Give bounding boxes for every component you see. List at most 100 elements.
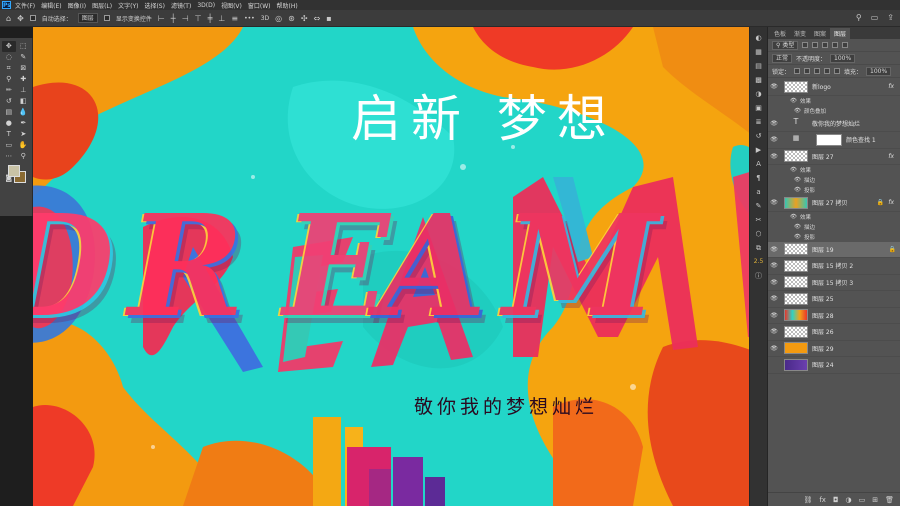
eye-icon[interactable]: 👁 — [768, 328, 780, 335]
3d-pan-icon[interactable]: ✣ — [301, 14, 308, 23]
adjustments-panel-icon[interactable]: ◑ — [755, 89, 761, 99]
layer-row[interactable]: 👁 图层 25 — [768, 291, 900, 308]
properties-panel-icon[interactable]: ≣ — [756, 117, 762, 127]
frame-tool-icon[interactable]: ⊠ — [17, 63, 31, 74]
align-bottom-icon[interactable]: ⊥ — [218, 14, 225, 23]
3d-slide-icon[interactable]: ⇔ — [314, 14, 321, 23]
path-select-icon[interactable]: ➤ — [17, 129, 31, 140]
menu-window[interactable]: 窗口(W) — [248, 1, 271, 10]
align-top-icon[interactable]: ⊤ — [195, 14, 202, 23]
eye-icon[interactable]: 👁 — [790, 214, 797, 220]
move-tool-icon[interactable]: ✥ — [2, 41, 16, 52]
filter-shape-icon[interactable] — [832, 42, 839, 48]
eye-icon[interactable]: 👁 — [794, 177, 801, 183]
link-layers-icon[interactable]: ⛓ — [803, 496, 812, 504]
3d-scale-icon[interactable]: ▪ — [326, 14, 331, 23]
layer-row[interactable]: 👁 图层 26 — [768, 324, 900, 341]
eye-icon[interactable]: 👁 — [768, 312, 780, 319]
layer-row-selected[interactable]: 👁 图层 19 🔒 — [768, 241, 900, 258]
filter-adjust-icon[interactable] — [812, 42, 819, 48]
layer-row[interactable]: 👁 图层 29 — [768, 341, 900, 357]
eyedropper-tool-icon[interactable]: ⚲ — [2, 74, 16, 85]
type-tool-icon[interactable]: T — [2, 129, 16, 140]
layer-row[interactable]: 👁 图层 15 拷贝 3 — [768, 275, 900, 291]
blend-mode-dropdown[interactable]: 正常 — [772, 53, 793, 63]
patterns-panel-icon[interactable]: ▩ — [755, 75, 762, 85]
layer-row[interactable]: 👁 图层 27 fx — [768, 149, 900, 165]
add-style-icon[interactable]: fx — [819, 496, 826, 504]
canvas-subtitle-text[interactable]: 敬你我的梦想灿烂 — [414, 392, 598, 419]
eye-icon[interactable]: 👁 — [794, 108, 801, 114]
gradient-tool-icon[interactable]: ▤ — [2, 107, 16, 118]
filter-smart-icon[interactable] — [842, 42, 849, 48]
menu-filter[interactable]: 滤镜(T) — [171, 1, 191, 10]
tools-presets-icon[interactable]: ✂ — [756, 215, 762, 225]
auto-select-checkbox[interactable] — [29, 15, 36, 21]
hand-tool-icon[interactable]: ✋ — [17, 140, 31, 151]
share-icon[interactable]: ⇪ — [887, 13, 894, 22]
stamp-tool-icon[interactable]: ⊥ — [17, 85, 31, 96]
filter-pixel-icon[interactable] — [802, 42, 809, 48]
eye-icon[interactable]: 👁 — [768, 246, 780, 253]
align-center-icon[interactable]: ┼ — [171, 14, 176, 23]
tab-layers[interactable]: 图层 — [830, 28, 851, 39]
new-adjustment-icon[interactable]: ◑ — [846, 496, 852, 504]
menu-help[interactable]: 帮助(H) — [277, 1, 298, 10]
delete-layer-icon[interactable]: 🗑 — [885, 496, 894, 504]
eye-icon[interactable]: 👁 — [768, 199, 780, 206]
align-right-icon[interactable]: ⊣ — [182, 14, 189, 23]
eye-icon[interactable]: 👁 — [768, 279, 780, 286]
blur-tool-icon[interactable]: 💧 — [17, 107, 31, 118]
menu-type[interactable]: 文字(Y) — [118, 1, 138, 10]
menu-3d[interactable]: 3D(D) — [197, 2, 215, 9]
dodge-tool-icon[interactable]: ● — [2, 118, 16, 129]
fill-input[interactable]: 100% — [866, 66, 892, 76]
add-mask-icon[interactable]: ◘ — [833, 496, 839, 504]
lock-move-icon[interactable] — [814, 68, 821, 74]
filter-type-icon[interactable] — [822, 42, 829, 48]
distribute-icon[interactable]: ≡ — [231, 14, 238, 23]
eye-icon[interactable]: 👁 — [768, 295, 780, 302]
fx-icon[interactable]: fx — [888, 83, 894, 90]
search-icon[interactable]: ⚲ — [856, 13, 862, 22]
lock-paint-icon[interactable] — [804, 68, 811, 74]
shape-tool-icon[interactable]: ▭ — [2, 140, 16, 151]
layer-row[interactable]: 👁 图层 27 拷贝 🔒 fx — [768, 195, 900, 212]
layer-row[interactable]: 👁 新logo fx — [768, 79, 900, 96]
color-panel-icon[interactable]: ◐ — [755, 33, 761, 43]
tab-patterns[interactable]: 图案 — [810, 28, 830, 39]
pen-tool-icon[interactable]: ✒ — [17, 118, 31, 129]
lock-all-icon[interactable] — [834, 68, 841, 74]
brushes-panel-icon[interactable]: ✎ — [756, 201, 762, 211]
document-canvas[interactable]: 启新 梦想 敬你我的梦想灿烂 DREAM — [33, 27, 766, 506]
eye-hidden-icon[interactable]: 👁 — [768, 361, 780, 368]
eye-icon[interactable]: 👁 — [794, 234, 801, 240]
menu-layer[interactable]: 图层(L) — [92, 1, 112, 10]
fx-icon[interactable]: fx — [888, 199, 894, 206]
eraser-tool-icon[interactable]: ◧ — [17, 96, 31, 107]
layer-filter-dropdown[interactable]: ⚲ 类型 — [772, 40, 799, 50]
eye-icon[interactable]: 👁 — [794, 224, 801, 230]
info-panel-icon[interactable]: ⓘ — [755, 271, 762, 281]
3d-panel-icon[interactable]: ⬡ — [755, 229, 761, 239]
layer-row[interactable]: 👁 图层 28 — [768, 308, 900, 324]
eye-icon[interactable]: 👁 — [768, 345, 780, 352]
lasso-tool-icon[interactable]: ◌ — [2, 52, 16, 63]
brush-tool-icon[interactable]: ✏ — [2, 85, 16, 96]
layer-comps-icon[interactable]: ⧉ — [756, 243, 761, 253]
foreground-color[interactable] — [8, 165, 20, 177]
3d-orbit-icon[interactable]: ◎ — [275, 14, 282, 23]
layer-row[interactable]: 👁 T 敬你我的梦想灿烂 — [768, 116, 900, 132]
canvas-title-text[interactable]: 启新 梦想 — [351, 79, 617, 151]
libraries-panel-icon[interactable]: ▣ — [755, 103, 762, 113]
layer-row[interactable]: 👁 ▦ 颜色查找 1 — [768, 132, 900, 149]
eye-icon[interactable]: 👁 — [768, 153, 780, 160]
3d-roll-icon[interactable]: ⊛ — [288, 14, 295, 23]
more-tools-icon[interactable]: ⋯ — [2, 151, 16, 162]
swatches-panel-icon[interactable]: ▦ — [755, 47, 762, 57]
lock-artboard-icon[interactable] — [824, 68, 831, 74]
history-panel-icon[interactable]: ↺ — [756, 131, 762, 141]
eye-icon[interactable]: 👁 — [768, 120, 780, 127]
move-tool-icon[interactable]: ✥ — [17, 14, 24, 23]
tab-color[interactable]: 色板 — [770, 28, 790, 39]
